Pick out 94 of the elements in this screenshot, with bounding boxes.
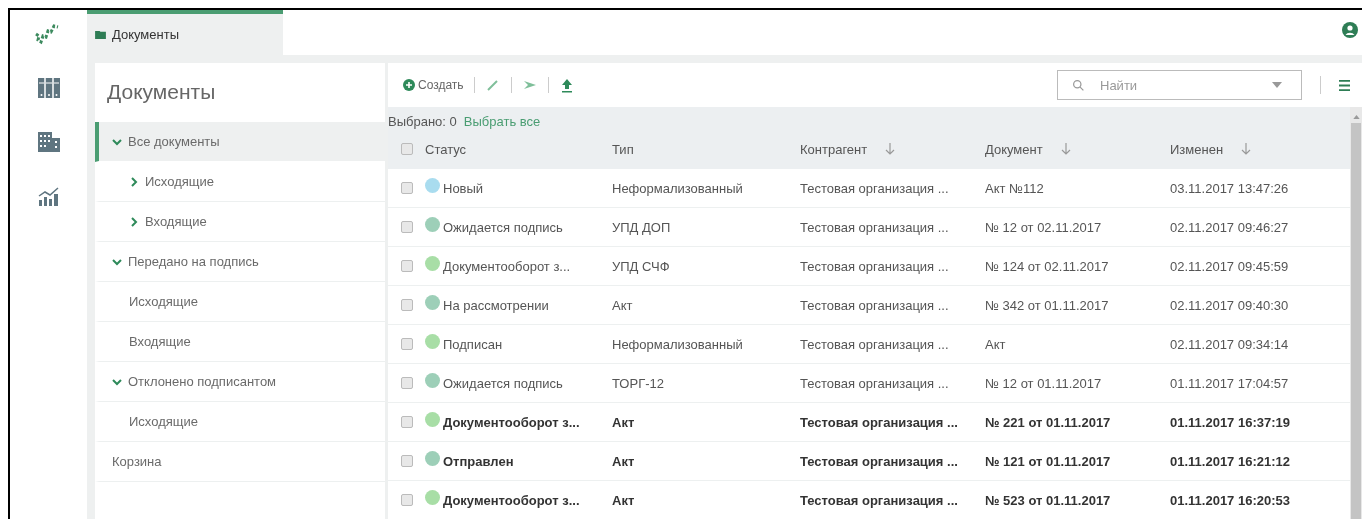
table-cell-text: 02.11.2017 09:45:59	[1170, 258, 1290, 274]
chevron-right-icon[interactable]	[129, 176, 139, 187]
scrollbar[interactable]	[1350, 107, 1362, 519]
sidebar-title: Документы	[106, 79, 217, 105]
checkbox[interactable]	[400, 455, 413, 467]
checkbox[interactable]	[400, 221, 413, 233]
table-cell-text: № 12 от 01.11.2017	[985, 375, 1103, 391]
sidebar-item[interactable]: Отклонено подписантом	[95, 362, 385, 402]
chart-icon[interactable]	[36, 184, 61, 208]
table-cell-text: 02.11.2017 09:34:14	[1170, 336, 1290, 352]
selected-count: Выбрано: 0	[388, 114, 457, 129]
checkbox[interactable]	[400, 143, 413, 155]
sidebar-item[interactable]: Исходящие	[95, 402, 385, 442]
sidebar-item[interactable]: Входящие	[95, 202, 385, 242]
status-text: Ожидается подпись	[443, 219, 563, 235]
checkbox[interactable]	[400, 338, 413, 350]
building-icon[interactable]	[36, 130, 61, 154]
table-cell-text: № 12 от 02.11.2017	[985, 219, 1103, 235]
table-cell-text: Тестовая организация ...	[800, 180, 950, 196]
table-cell-text: Тестовая организация ...	[800, 258, 950, 274]
table-cell-text: 01.11.2017 16:37:19	[1170, 414, 1291, 430]
scroll-up-icon[interactable]	[1352, 115, 1360, 119]
table-cell-text: 01.11.2017 16:21:12	[1170, 453, 1291, 469]
table-cell-text: ТОРГ-12	[612, 375, 665, 391]
sort-arrow-icon[interactable]	[1241, 143, 1252, 155]
chevron-down-icon[interactable]	[112, 256, 122, 267]
status-text: Документооборот з...	[443, 258, 571, 274]
sidebar-item[interactable]: Входящие	[95, 322, 385, 362]
table-cell-text: № 342 от 01.11.2017	[985, 297, 1110, 313]
status-text: Документооборот з...	[443, 414, 580, 430]
table-cell-text: 02.11.2017 09:40:30	[1170, 297, 1290, 313]
column-header[interactable]: Контрагент	[800, 141, 985, 157]
table-cell-text: Тестовая организация ...	[800, 414, 959, 430]
table-cell-text: № 523 от 01.11.2017	[985, 492, 1112, 508]
table-cell-text: 03.11.2017 13:47:26	[1170, 180, 1290, 196]
checkbox[interactable]	[400, 416, 413, 428]
table-cell-text: Неформализованный	[612, 180, 744, 196]
table-cell-text: Акт	[612, 492, 636, 508]
table-cell-text: 01.11.2017 17:04:57	[1170, 375, 1290, 391]
table-cell-text: Акт	[612, 453, 636, 469]
status-text: Новый	[443, 180, 484, 196]
column-header[interactable]: Статус	[425, 141, 612, 157]
table-cell-text: Тестовая организация ...	[800, 375, 950, 391]
column-header[interactable]: Документ	[985, 141, 1170, 157]
plus-circle-icon	[403, 79, 415, 91]
chevron-down-icon[interactable]	[112, 136, 122, 147]
select-all-link[interactable]: Выбрать все	[463, 114, 541, 129]
checkbox[interactable]	[400, 299, 413, 311]
column-header[interactable]: Тип	[612, 141, 800, 157]
dropdown-caret-icon[interactable]	[1272, 82, 1282, 88]
chevron-right-icon[interactable]	[129, 216, 139, 227]
column-header[interactable]: Изменен	[1170, 141, 1350, 157]
table-cell-text: Тестовая организация ...	[800, 219, 950, 235]
user-icon[interactable]	[1342, 22, 1358, 38]
table-cell-text: Акт	[612, 414, 636, 430]
status-text: Ожидается подпись	[443, 375, 563, 391]
sidebar-item[interactable]: Исходящие	[95, 282, 385, 322]
status-text: Подписан	[443, 336, 503, 352]
sidebar-item[interactable]: Исходящие	[95, 162, 385, 202]
checkbox[interactable]	[400, 494, 413, 506]
table-cell-text: Неформализованный	[612, 336, 744, 352]
status-text: Документооборот з...	[443, 492, 580, 508]
status-text: Отправлен	[443, 453, 514, 469]
table-cell-text: УПД ДОП	[612, 219, 672, 235]
sort-arrow-icon[interactable]	[885, 143, 896, 155]
tab[interactable]: Документы	[87, 10, 283, 55]
table-cell-text: Тестовая организация ...	[800, 336, 950, 352]
table-cell-text: УПД СЧФ	[612, 258, 671, 274]
table-cell-text: № 124 от 02.11.2017	[985, 258, 1110, 274]
binders-icon[interactable]	[36, 76, 61, 100]
menu-icon[interactable]	[1339, 79, 1350, 91]
table-cell-text: Тестовая организация ...	[800, 492, 959, 508]
status-text: На рассмотрении	[443, 297, 549, 313]
sidebar-item[interactable]: Все документы	[95, 122, 385, 162]
checkbox[interactable]	[400, 377, 413, 389]
checkbox[interactable]	[400, 260, 413, 272]
table-cell-text: № 221 от 01.11.2017	[985, 414, 1112, 430]
table-cell-text: Акт	[612, 297, 634, 313]
table-cell-text: Тестовая организация ...	[800, 297, 950, 313]
table-cell-text: 02.11.2017 09:46:27	[1170, 219, 1290, 235]
search-field[interactable]: Найти	[1057, 70, 1302, 100]
table-cell-text: Акт	[985, 336, 1007, 352]
table-cell-text: № 121 от 01.11.2017	[985, 453, 1112, 469]
checkbox[interactable]	[400, 182, 413, 194]
table-cell-text: Акт №112	[985, 180, 1045, 196]
chevron-down-icon[interactable]	[112, 376, 122, 387]
scroll-thumb[interactable]	[1351, 123, 1361, 519]
folder-icon	[95, 30, 106, 39]
sidebar-item[interactable]: Передано на подпись	[95, 242, 385, 282]
table-cell-text: Тестовая организация ...	[800, 453, 959, 469]
sort-arrow-icon[interactable]	[1060, 143, 1071, 155]
table-cell-text: 01.11.2017 16:20:53	[1170, 492, 1291, 508]
create-button[interactable]: Создать	[403, 78, 464, 92]
sidebar-item[interactable]: Корзина	[95, 442, 385, 482]
